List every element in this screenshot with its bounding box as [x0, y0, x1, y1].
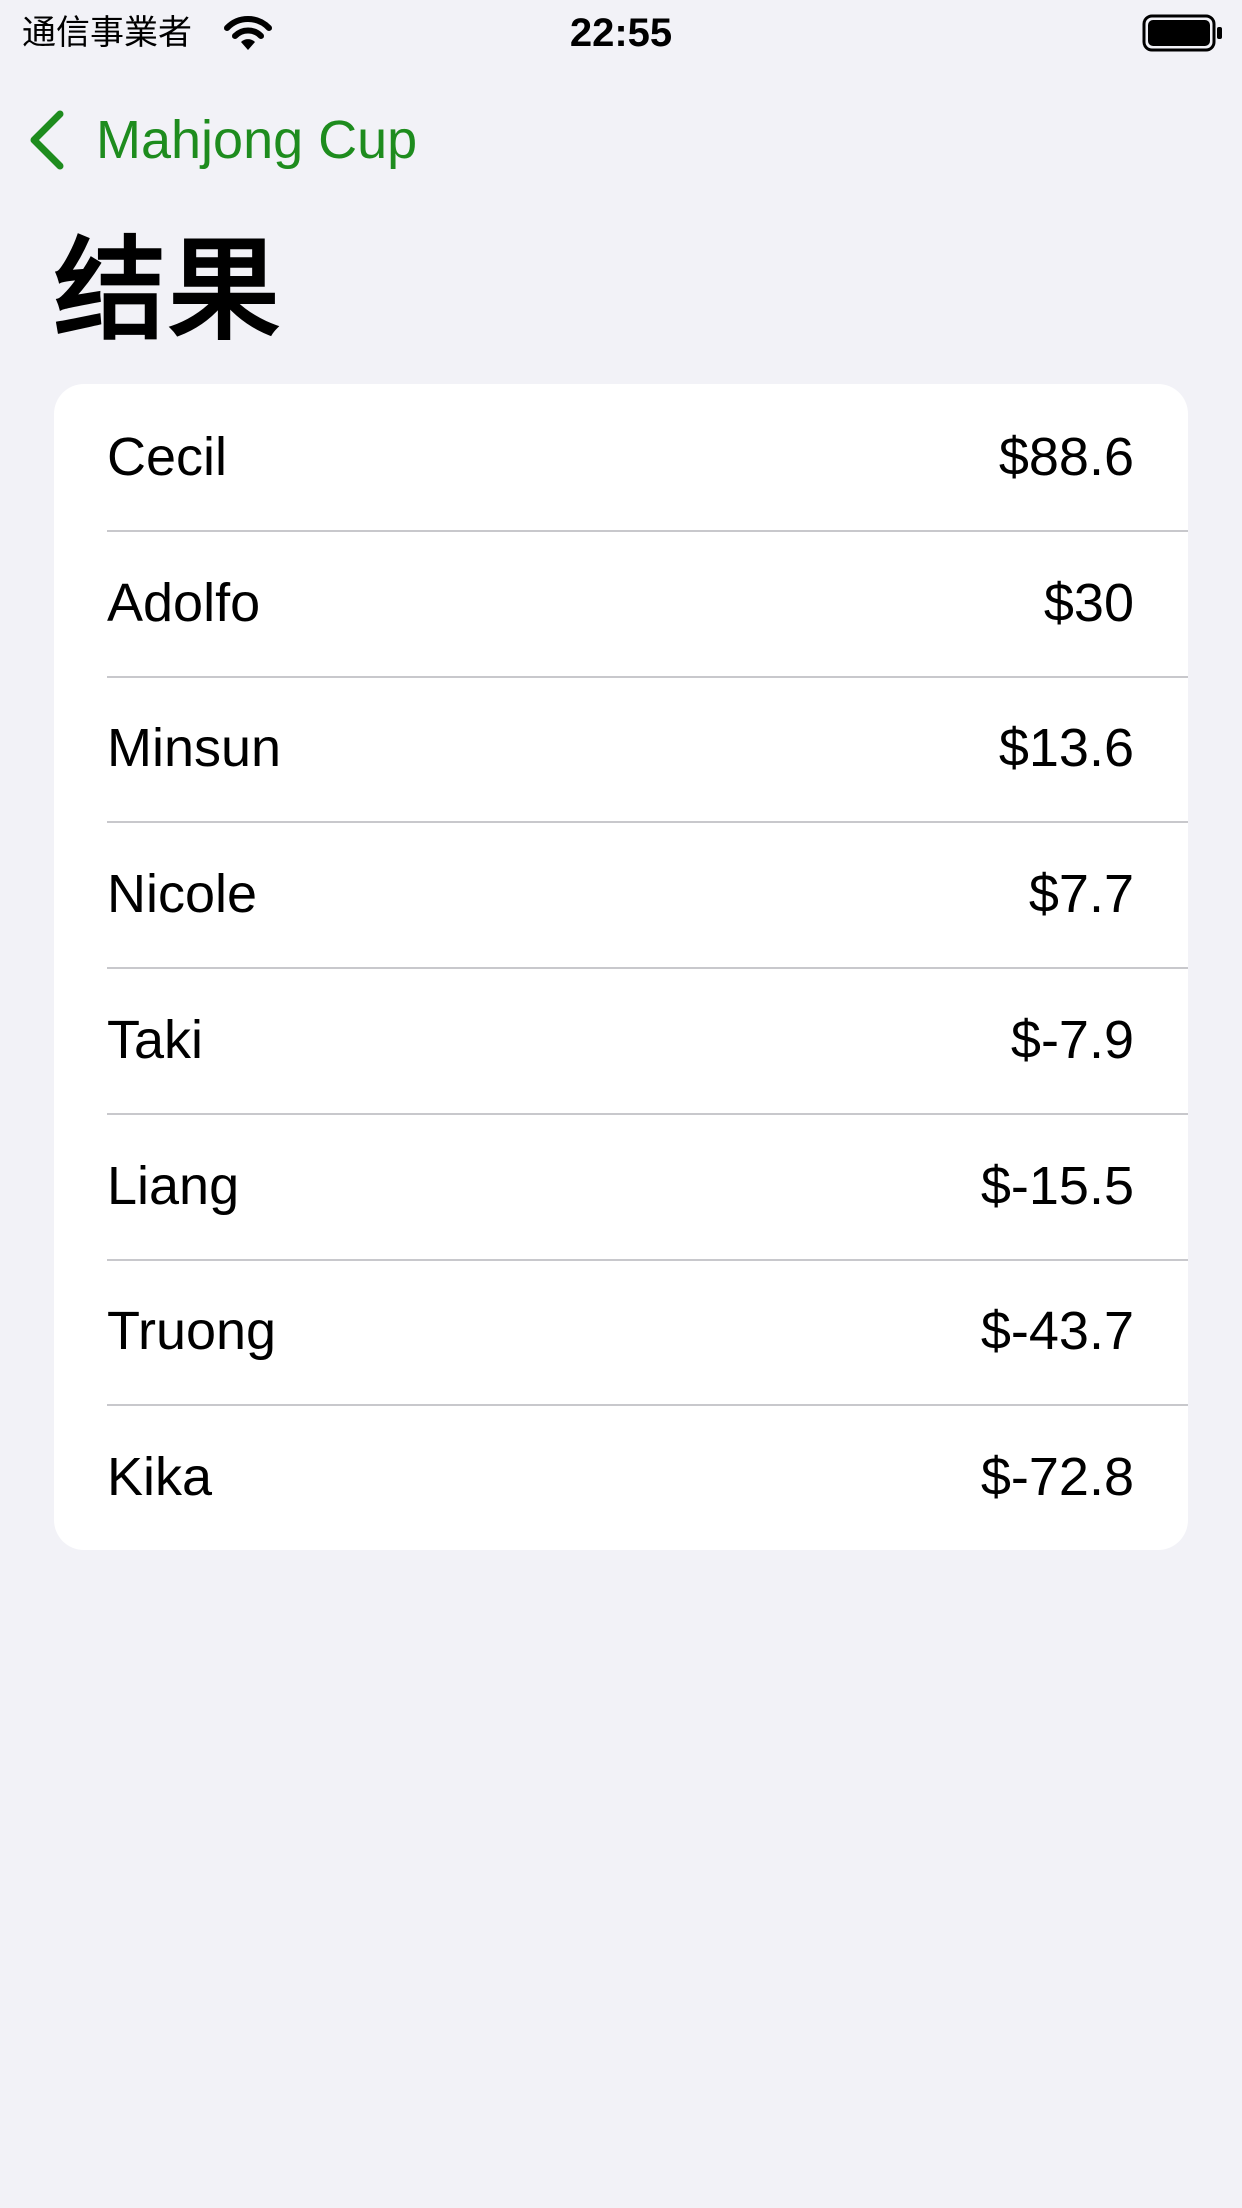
player-name: Minsun — [107, 718, 282, 779]
list-item[interactable]: Adolfo $30 — [54, 529, 1188, 676]
page-title: 结果 — [54, 226, 282, 356]
player-amount: $-72.8 — [980, 1447, 1134, 1508]
status-bar: 通信事業者 22:55 — [0, 0, 1242, 66]
player-amount: $88.6 — [998, 426, 1134, 487]
back-button[interactable]: Mahjong Cup — [24, 104, 417, 176]
player-name: Taki — [107, 1009, 204, 1070]
player-name: Kika — [107, 1447, 213, 1508]
status-time: 22:55 — [569, 11, 673, 55]
player-amount: $-7.9 — [1010, 1009, 1134, 1070]
player-amount: $-15.5 — [980, 1155, 1134, 1216]
player-name: Liang — [107, 1155, 240, 1216]
player-amount: $13.6 — [998, 718, 1134, 779]
list-item[interactable]: Nicole $7.7 — [54, 821, 1188, 967]
list-item[interactable]: Truong $-43.7 — [54, 1258, 1188, 1405]
list-item[interactable]: Minsun $13.6 — [54, 675, 1188, 822]
list-item[interactable]: Kika $-72.8 — [54, 1404, 1188, 1550]
player-name: Nicole — [107, 864, 258, 925]
battery-icon — [1142, 14, 1222, 52]
results-list: Cecil $88.6 Adolfo $30 Minsun $13.6 Nico… — [54, 384, 1188, 1550]
player-amount: $30 — [1043, 572, 1134, 633]
player-name: Adolfo — [107, 572, 261, 633]
list-item[interactable]: Cecil $88.6 — [54, 384, 1188, 530]
player-name: Cecil — [107, 426, 228, 487]
player-amount: $7.7 — [1028, 864, 1134, 925]
back-button-label: Mahjong Cup — [96, 110, 418, 170]
list-item[interactable]: Liang $-15.5 — [54, 1112, 1188, 1259]
list-item[interactable]: Taki $-7.9 — [54, 967, 1188, 1113]
player-name: Truong — [107, 1301, 277, 1362]
player-amount: $-43.7 — [980, 1301, 1134, 1362]
chevron-left-icon — [30, 110, 64, 170]
